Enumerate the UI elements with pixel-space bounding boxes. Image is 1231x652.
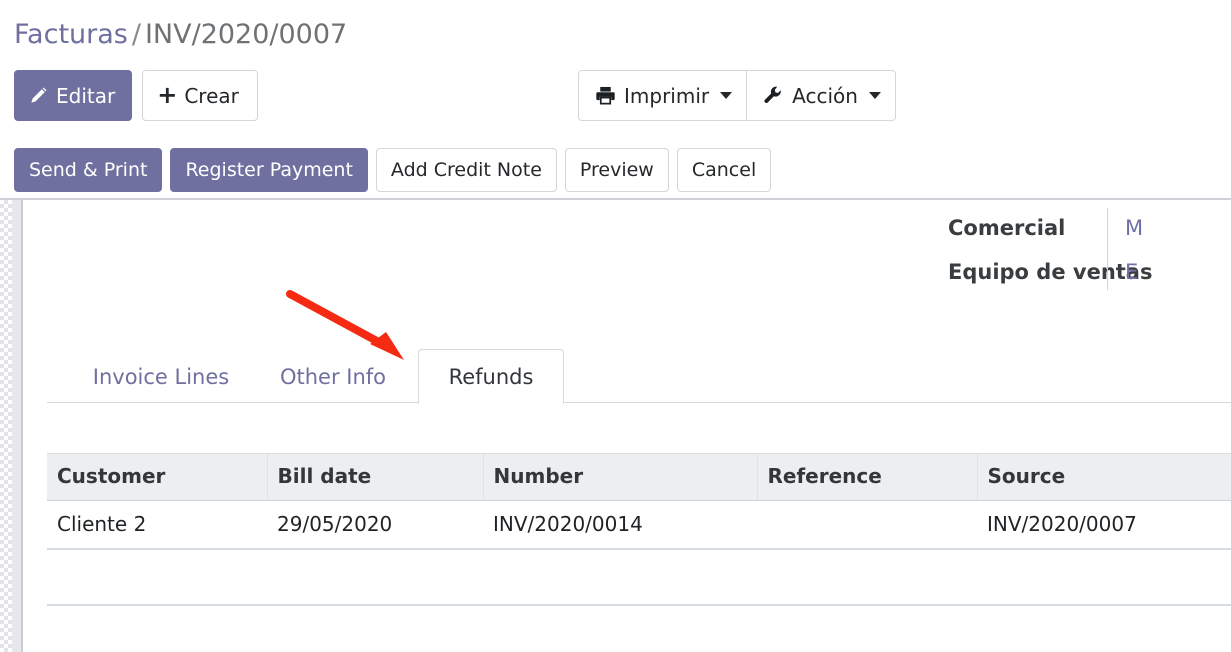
breadcrumb-current: INV/2020/0007 (144, 19, 348, 50)
tab-other-info[interactable]: Other Info (275, 349, 391, 403)
sales-team-value[interactable]: E (1125, 250, 1231, 294)
column-header-source[interactable]: Source (977, 453, 1231, 501)
add-credit-note-button[interactable]: Add Credit Note (375, 148, 557, 192)
action-dropdown-button[interactable]: Acción (747, 70, 896, 121)
tab-refunds[interactable]: Refunds (418, 349, 564, 404)
salesperson-value[interactable]: M (1125, 206, 1231, 250)
left-scrollbar-thumb[interactable] (12, 200, 23, 652)
action-button-label: Acción (792, 83, 858, 108)
create-button-label: Crear (184, 83, 239, 108)
breadcrumb-root-link[interactable]: Facturas (14, 19, 128, 50)
breadcrumb: Facturas / INV/2020/0007 (14, 18, 347, 52)
column-header-number[interactable]: Number (483, 453, 758, 501)
record-toolbar-right: Imprimir Acción (578, 70, 896, 121)
cancel-button[interactable]: Cancel (676, 148, 772, 192)
info-column-divider (1107, 208, 1108, 290)
left-scrollbar-track[interactable] (0, 200, 12, 652)
chevron-down-icon (720, 92, 733, 99)
cell-bill-date: 29/05/2020 (267, 500, 483, 550)
edit-button-label: Editar (56, 83, 116, 108)
print-button-label: Imprimir (624, 83, 710, 108)
create-button[interactable]: + Crear (142, 70, 258, 121)
invoice-form-sheet: Comercial Equipo de ventas M E Invoice L… (23, 200, 1231, 652)
column-header-customer[interactable]: Customer (47, 453, 268, 501)
plus-icon: + (157, 80, 178, 109)
column-header-reference[interactable]: Reference (757, 453, 978, 501)
breadcrumb-separator: / (131, 19, 141, 50)
cell-number: INV/2020/0014 (483, 500, 757, 550)
cell-reference (757, 500, 977, 550)
wrench-icon (763, 85, 784, 106)
invoice-status-buttons: Send & Print Register Payment Add Credit… (14, 148, 779, 192)
register-payment-button[interactable]: Register Payment (170, 148, 368, 192)
record-toolbar: Editar + Crear (14, 70, 258, 121)
table-row[interactable]: Cliente 2 29/05/2020 INV/2020/0014 INV/2… (47, 500, 1231, 550)
pencil-icon (29, 86, 48, 105)
send-and-print-button[interactable]: Send & Print (14, 148, 163, 192)
salesperson-info-block: Comercial Equipo de ventas M E (923, 206, 1231, 294)
info-value-column: M E (1125, 206, 1231, 294)
tab-invoice-lines[interactable]: Invoice Lines (89, 349, 233, 403)
edit-button[interactable]: Editar (14, 70, 133, 121)
column-header-bill-date[interactable]: Bill date (267, 453, 484, 501)
cell-customer: Cliente 2 (47, 500, 267, 550)
preview-button[interactable]: Preview (564, 148, 669, 192)
table-header-row: Customer Bill date Number Reference Sour… (47, 453, 1231, 501)
sheet-bottom-rule (47, 604, 1231, 606)
cell-source: INV/2020/0007 (977, 500, 1231, 550)
chevron-down-icon (868, 92, 881, 99)
printer-icon (595, 85, 616, 106)
print-dropdown-button[interactable]: Imprimir (578, 70, 748, 121)
form-notebook-tabs: Invoice Lines Other Info Refunds (47, 348, 1231, 404)
refunds-table: Customer Bill date Number Reference Sour… (47, 453, 1231, 550)
